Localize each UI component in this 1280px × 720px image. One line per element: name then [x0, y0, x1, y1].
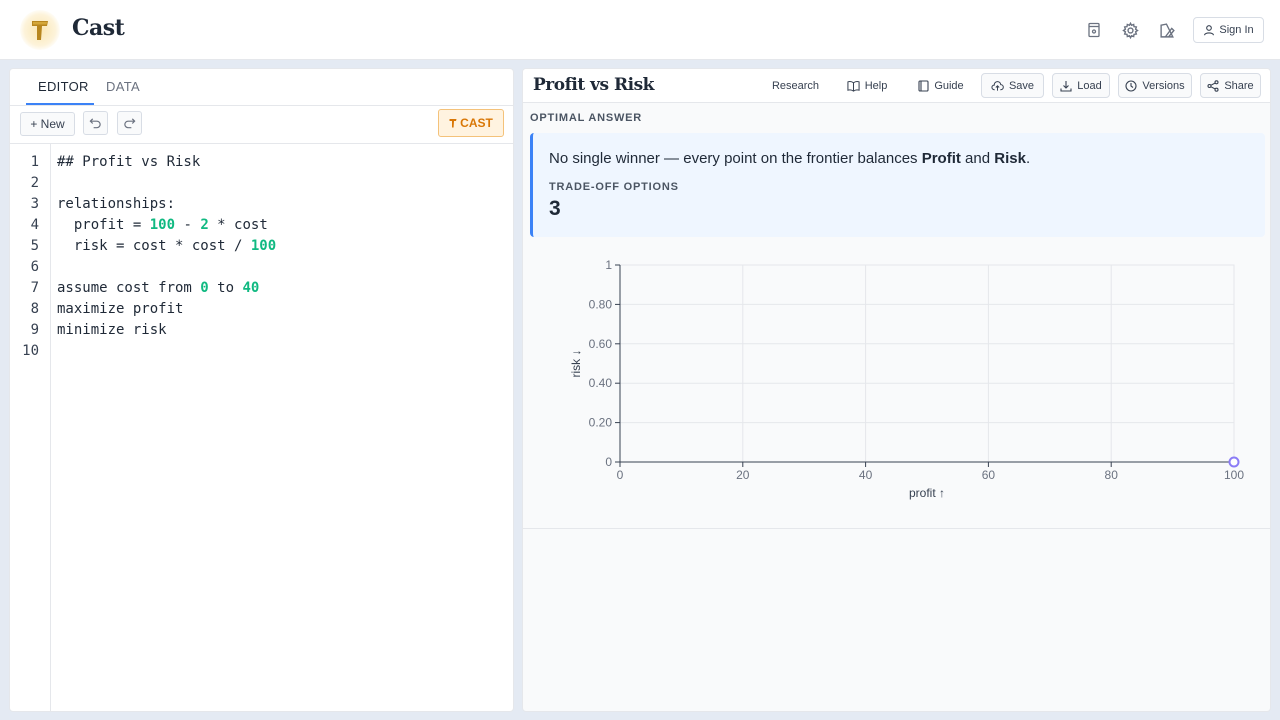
line-number: 5 [30, 238, 39, 254]
new-button[interactable]: + New [20, 112, 75, 136]
y-tick-label: 0.20 [589, 416, 613, 430]
x-tick-label: 20 [736, 468, 750, 482]
code-line: assume cost from 0 to 40 [57, 280, 260, 296]
y-tick-label: 0.40 [589, 376, 613, 390]
trade-off-label: TRADE-OFF OPTIONS [549, 181, 679, 193]
book-icon[interactable] [1082, 18, 1106, 42]
line-number: 4 [30, 217, 39, 233]
theme-icon[interactable] [1155, 18, 1179, 42]
line-number: 10 [22, 343, 39, 359]
share-button[interactable]: Share [1200, 73, 1261, 98]
undo-icon [89, 117, 101, 128]
y-tick-label: 0 [605, 455, 612, 469]
download-icon [1060, 80, 1072, 92]
answer-card: No single winner — every point on the fr… [530, 133, 1265, 237]
app-logo[interactable] [20, 10, 60, 50]
share-icon [1207, 79, 1219, 92]
y-tick-label: 0.80 [589, 297, 613, 311]
code-line: risk = cost * cost / 100 [57, 238, 277, 254]
guide-book-icon [918, 79, 929, 92]
help-button[interactable]: Help [841, 73, 893, 98]
logo-icon [32, 21, 48, 40]
results-panel: Profit vs Risk Research Help Guide Save [522, 68, 1271, 712]
line-number: 6 [30, 259, 39, 275]
load-button[interactable]: Load [1052, 73, 1110, 98]
clock-icon [1125, 79, 1137, 92]
versions-label: Versions [1142, 79, 1185, 92]
load-label: Load [1077, 79, 1102, 92]
line-number: 9 [30, 322, 39, 338]
top-bar: Cast Sign In [0, 0, 1280, 60]
x-tick-label: 100 [1224, 468, 1244, 482]
guide-label: Guide [934, 79, 964, 92]
save-button[interactable]: Save [981, 73, 1044, 98]
code-line: ## Profit vs Risk [57, 154, 201, 170]
code-line: relationships: [57, 196, 176, 212]
share-label: Share [1224, 79, 1254, 92]
line-number: 8 [30, 301, 39, 317]
research-button[interactable]: Research [768, 73, 823, 98]
help-label: Help [864, 79, 888, 92]
gear-icon[interactable] [1118, 18, 1142, 42]
active-tab-indicator [26, 103, 94, 105]
objective-a: Profit [921, 150, 961, 167]
pareto-chart: 0 20 40 60 80 100 0 0.20 0.40 0.60 0.80 1 profit ↑ ri… [523, 245, 1270, 529]
tab-editor[interactable]: EDITOR [38, 79, 89, 94]
code-line: profit = 100 - 2 * cost [57, 217, 268, 233]
x-tick-label: 40 [859, 468, 873, 482]
cast-icon [449, 119, 457, 128]
app-title: Cast [72, 15, 125, 41]
optimal-answer-label: OPTIMAL ANSWER [530, 112, 643, 124]
code-line: maximize profit [57, 301, 184, 317]
save-label: Save [1008, 79, 1035, 92]
pareto-chart-svg: 0 20 40 60 80 100 0 0.20 0.40 0.60 0.80 1 profit ↑ ri… [569, 258, 1244, 500]
model-title: Profit vs Risk [533, 75, 654, 95]
editor-tabs: EDITOR DATA [10, 69, 513, 106]
editor-panel: EDITOR DATA + New CAST 1 2 3 4 5 6 7 8 9 10 ## Pr… [9, 68, 514, 712]
x-tick-label: 0 [617, 468, 624, 482]
line-number: 3 [30, 196, 39, 212]
line-number: 2 [30, 175, 39, 191]
sign-in-label: Sign In [1219, 24, 1254, 36]
versions-button[interactable]: Versions [1118, 73, 1192, 98]
code-line: minimize risk [57, 322, 167, 338]
book-open-icon [847, 80, 860, 92]
line-number: 7 [30, 280, 39, 296]
guide-button[interactable]: Guide [913, 73, 969, 98]
trade-off-count: 3 [549, 197, 561, 220]
undo-button[interactable] [83, 111, 108, 135]
y-axis-label: risk ↓ [569, 350, 583, 378]
cloud-upload-icon [991, 80, 1004, 91]
x-tick-label: 60 [982, 468, 996, 482]
redo-button[interactable] [117, 111, 142, 135]
x-axis-label: profit ↑ [909, 486, 945, 500]
plot-area [619, 264, 1235, 463]
y-tick-label: 0.60 [589, 337, 613, 351]
cast-button[interactable]: CAST [438, 109, 504, 137]
sign-in-button[interactable]: Sign In [1193, 17, 1264, 43]
line-number: 1 [30, 154, 39, 170]
cast-label: CAST [460, 116, 493, 130]
answer-text: No single winner — every point on the fr… [549, 150, 1031, 167]
editor-toolbar: + New CAST [10, 106, 513, 144]
data-point [1228, 456, 1240, 468]
redo-icon [124, 117, 136, 128]
tab-data[interactable]: DATA [106, 79, 140, 94]
x-tick-label: 80 [1105, 468, 1119, 482]
code-editor[interactable]: 1 2 3 4 5 6 7 8 9 10 ## Profit vs Risk relationshi… [10, 144, 513, 711]
results-header: Profit vs Risk Research Help Guide Save [523, 69, 1270, 103]
objective-b: Risk [994, 150, 1026, 167]
research-label: Research [771, 79, 820, 92]
user-icon [1204, 25, 1215, 36]
line-number-gutter: 1 2 3 4 5 6 7 8 9 10 [10, 144, 51, 711]
y-tick-label: 1 [605, 258, 612, 272]
